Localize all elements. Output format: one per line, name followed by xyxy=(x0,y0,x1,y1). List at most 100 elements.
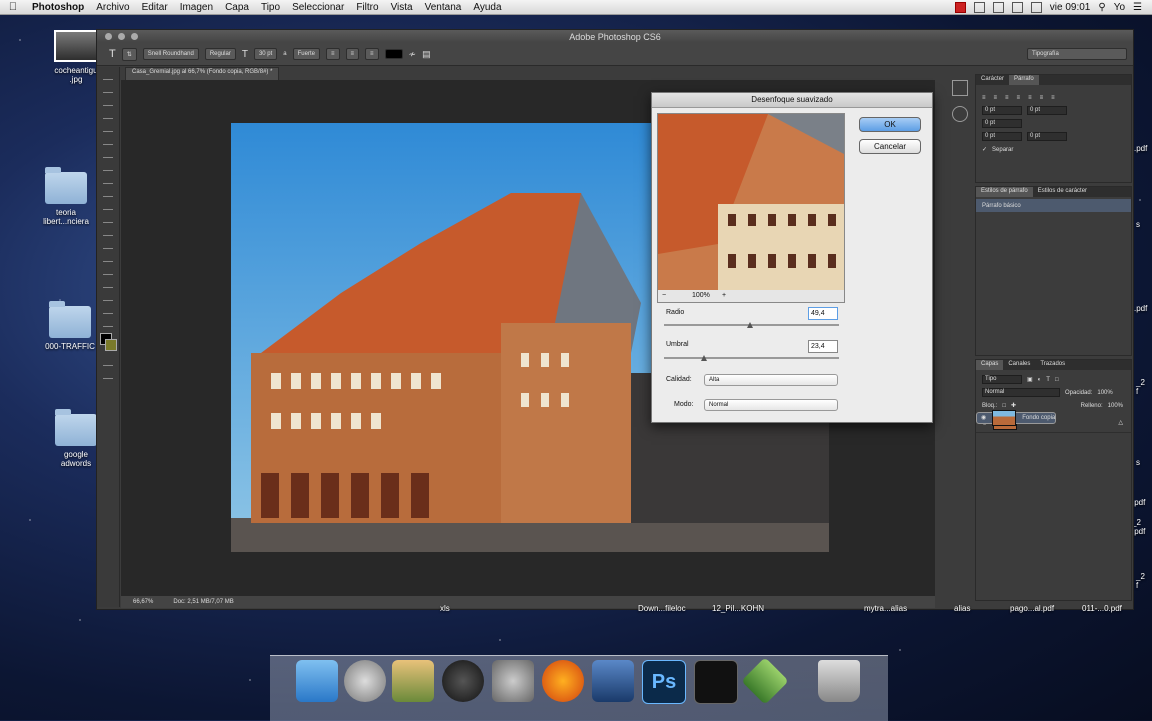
filter-adjust-icon[interactable]: ◐ xyxy=(1038,377,1042,383)
menu-ayuda[interactable]: Ayuda xyxy=(467,2,507,13)
quick-select-tool-icon[interactable] xyxy=(103,110,113,119)
visibility-eye-icon[interactable]: ◉ xyxy=(981,413,986,423)
desktop-file-label[interactable]: _2 f xyxy=(1136,378,1145,396)
desktop-icon-folder[interactable]: teoria libert...nciera xyxy=(26,167,106,226)
menubar-user[interactable]: Yo xyxy=(1114,2,1125,13)
filter-preview[interactable]: − 100% + xyxy=(657,113,845,303)
menu-seleccionar[interactable]: Seleccionar xyxy=(286,2,350,13)
wifi-icon[interactable] xyxy=(992,1,1004,13)
radius-input[interactable]: 49,4 xyxy=(808,307,838,320)
gradient-tool-icon[interactable] xyxy=(103,214,113,223)
spotlight-icon[interactable]: ⚲ xyxy=(1098,2,1105,13)
launchpad-icon[interactable] xyxy=(344,660,386,702)
warp-text-icon[interactable]: ≁ xyxy=(409,49,417,60)
eraser-tool-icon[interactable] xyxy=(103,201,113,210)
tab-character-styles[interactable]: Estilos de carácter xyxy=(1033,187,1092,197)
opacity-value[interactable]: 100% xyxy=(1097,390,1112,396)
blend-mode-select[interactable]: Normal xyxy=(982,388,1060,397)
tab-character[interactable]: Carácter xyxy=(976,75,1009,85)
radius-slider-thumb[interactable] xyxy=(746,322,753,328)
menu-archivo[interactable]: Archivo xyxy=(90,2,135,13)
menu-filtro[interactable]: Filtro xyxy=(350,2,384,13)
firefox-icon[interactable] xyxy=(542,660,584,702)
align-right-icon[interactable]: ≡ xyxy=(365,48,379,60)
menubar-clock[interactable]: vie 09:01 xyxy=(1050,2,1091,13)
crop-tool-icon[interactable] xyxy=(103,123,113,132)
zoom-in-icon[interactable]: + xyxy=(722,292,726,299)
move-tool-icon[interactable] xyxy=(103,71,113,80)
font-family-select[interactable]: Snell Roundhand xyxy=(142,48,199,60)
align-right-icon[interactable]: ≡ xyxy=(1005,95,1009,101)
doc-size[interactable]: Doc: 2,51 MB/7,07 MB xyxy=(173,599,233,605)
desktop-file-label[interactable]: pago...al.pdf xyxy=(1010,604,1054,613)
facetime-icon[interactable] xyxy=(592,660,634,702)
zoom-tool-icon[interactable] xyxy=(103,318,113,327)
menu-app[interactable]: Photoshop xyxy=(26,2,90,13)
tab-layers[interactable]: Capas xyxy=(976,360,1004,370)
desktop-file-label[interactable]: _2 .pdf xyxy=(1132,518,1145,536)
tab-channels[interactable]: Canales xyxy=(1003,360,1035,370)
desktop-file-label[interactable]: s xyxy=(1136,458,1140,467)
orientation-toggle-icon[interactable]: ⇅ xyxy=(121,47,137,61)
font-style-select[interactable]: Regular xyxy=(204,48,236,60)
mode-select[interactable]: Normal xyxy=(704,399,838,411)
type-tool-icon[interactable]: T xyxy=(109,48,116,60)
hyphenate-checkbox[interactable]: ✓ xyxy=(982,146,987,153)
dashboard-icon[interactable] xyxy=(442,660,484,702)
brush-tool-icon[interactable] xyxy=(103,162,113,171)
desktop-file-label[interactable]: .pdf xyxy=(1132,498,1145,507)
justify-last-left-icon[interactable]: ≡ xyxy=(1017,95,1021,101)
notification-icon[interactable]: ☰ xyxy=(1133,2,1142,13)
system-preferences-icon[interactable] xyxy=(492,660,534,702)
filter-pixel-icon[interactable]: ▣ xyxy=(1027,376,1033,383)
space-after-field[interactable]: 0 pt xyxy=(1027,132,1067,141)
shape-tool-icon[interactable] xyxy=(103,292,113,301)
desktop-file-label[interactable]: 011-...0.pdf xyxy=(1082,604,1122,613)
lasso-tool-icon[interactable] xyxy=(103,97,113,106)
battery-icon[interactable] xyxy=(1030,1,1042,13)
menu-ventana[interactable]: Ventana xyxy=(419,2,468,13)
zoom-out-icon[interactable]: − xyxy=(662,292,666,299)
quality-select[interactable]: Alta xyxy=(704,374,838,386)
lock-move-icon[interactable]: ✚ xyxy=(1011,402,1016,409)
align-center-icon[interactable]: ≡ xyxy=(345,48,360,60)
menu-editar[interactable]: Editar xyxy=(136,2,174,13)
desktop-file-label[interactable]: s xyxy=(1136,220,1140,229)
tab-paragraph[interactable]: Párrafo xyxy=(1009,75,1039,85)
screen-mode-icon[interactable] xyxy=(103,370,113,379)
desktop-file-label[interactable]: mytra...alias xyxy=(864,604,907,613)
eyedropper-tool-icon[interactable] xyxy=(103,136,113,145)
layer-row[interactable]: ◉ Fondo copia xyxy=(976,410,1057,426)
filter-shape-icon[interactable]: □ xyxy=(1055,377,1059,383)
activity-monitor-icon[interactable] xyxy=(694,660,738,704)
indent-first-field[interactable]: 0 pt xyxy=(982,119,1022,128)
threshold-input[interactable]: 23,4 xyxy=(808,340,838,353)
font-size-select[interactable]: 30 pt xyxy=(253,48,278,60)
type-tool-icon[interactable] xyxy=(103,266,113,275)
apple-icon[interactable]:  xyxy=(0,1,26,13)
volume-icon[interactable] xyxy=(1011,1,1023,13)
lock-icon[interactable]: □ xyxy=(1002,403,1006,409)
menu-tipo[interactable]: Tipo xyxy=(255,2,286,13)
finder-icon[interactable] xyxy=(296,660,338,702)
hand-tool-icon[interactable] xyxy=(103,305,113,314)
photoshop-icon[interactable]: Ps xyxy=(642,660,686,704)
indent-left-field[interactable]: 0 pt xyxy=(982,106,1022,115)
preview-icon[interactable] xyxy=(392,660,434,702)
desktop-file-label[interactable]: alias xyxy=(954,604,970,613)
radius-slider[interactable] xyxy=(664,322,839,328)
status-icon[interactable] xyxy=(954,1,966,13)
desktop-file-label[interactable]: .pdf xyxy=(1134,144,1147,153)
zoom-level[interactable]: 66,67% xyxy=(133,599,153,605)
color-swatches[interactable] xyxy=(100,333,117,351)
justify-all-icon[interactable]: ≡ xyxy=(1051,95,1055,101)
layer-name[interactable]: Fondo copia xyxy=(1022,413,1055,423)
menu-capa[interactable]: Capa xyxy=(219,2,255,13)
quick-mask-icon[interactable] xyxy=(103,357,113,366)
app-status-icon[interactable] xyxy=(973,1,985,13)
threshold-slider-thumb[interactable] xyxy=(701,355,708,361)
desktop-file-label[interactable]: 12_Pil...KOHN xyxy=(712,604,764,613)
desktop-file-label[interactable]: xls xyxy=(440,604,450,613)
ok-button[interactable]: OK xyxy=(859,117,921,132)
align-left-icon[interactable]: ≡ xyxy=(982,95,986,101)
